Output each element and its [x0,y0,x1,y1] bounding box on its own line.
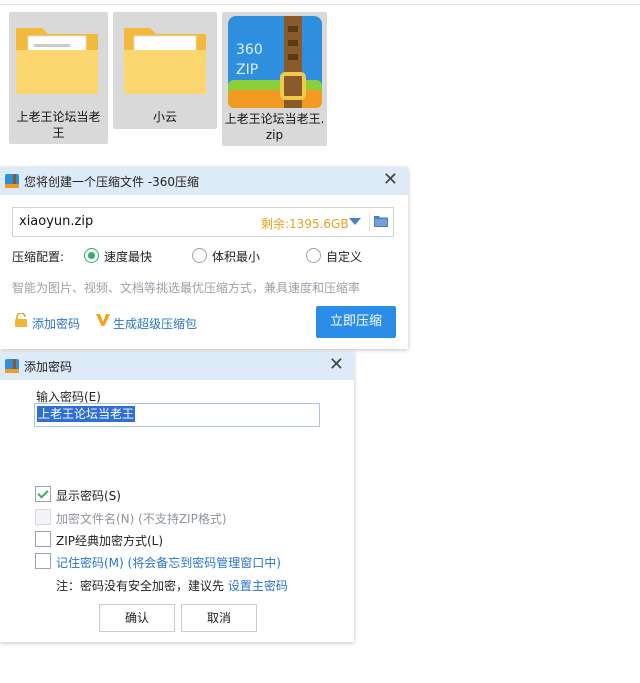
password-value[interactable]: 上老王论坛当老王 [37,406,136,422]
option-fastest-label[interactable]: 速度最快 [104,248,152,265]
desktop-item-folder-2[interactable]: 小云 [113,12,217,129]
compress-dialog: 您将创建一个压缩文件 -360压缩 ✕ xiaoyun.zip 剩余:1395.… [0,167,408,349]
security-note: 注：密码没有安全加密，建议先 设置主密码 [56,577,288,594]
desktop-item-label: 上老王论坛当老王.zip [224,112,325,142]
output-path-field[interactable]: xiaoyun.zip 剩余:1395.6GB [12,207,394,237]
show-password-label[interactable]: 显示密码(S) [56,487,121,504]
add-password-link[interactable]: 添加密码 [32,315,80,332]
radio-smallest[interactable] [192,248,207,263]
dialog-titlebar[interactable]: 添加密码 ✕ [0,352,354,380]
password-input[interactable]: 上老王论坛当老王 [34,403,320,427]
desktop-item-zip[interactable]: 360 ZIP 上老王论坛当老王.zip [222,12,327,146]
chevron-down-icon[interactable] [349,218,361,225]
folder-icon [16,28,98,94]
desktop-item-label: 小云 [152,110,177,124]
option-smallest-label[interactable]: 体积最小 [212,248,260,265]
ok-button[interactable]: 确认 [99,604,175,632]
desktop-item-label: 上老王论坛当老王 [16,110,101,140]
desktop-item-folder-1[interactable]: 上老王论坛当老王 [9,12,108,144]
compress-now-button[interactable]: 立即压缩 [316,306,396,338]
cancel-button[interactable]: 取消 [181,604,257,632]
super-package-link[interactable]: 生成超级压缩包 [113,315,197,332]
radio-fastest[interactable] [84,248,99,263]
security-note-text: 注：密码没有安全加密，建议先 [56,579,225,593]
dialog-titlebar[interactable]: 您将创建一个压缩文件 -360压缩 ✕ [0,167,408,195]
free-space-label: 剩余:1395.6GB [261,217,349,231]
remember-password-label[interactable]: 记住密码(M) (将会备忘到密码管理窗口中) [56,554,281,571]
top-divider [0,4,640,5]
compress-config-row: 压缩配置: 速度最快 体积最小 自定义 [12,247,392,265]
encrypt-filename-label: 加密文件名(N) (不支持ZIP格式) [56,512,227,526]
dialog-title: 添加密码 [24,360,73,374]
360-zip-app-icon [5,174,19,188]
set-master-password-link[interactable]: 设置主密码 [228,579,288,593]
dialog-title: 您将创建一个压缩文件 -360压缩 [24,175,200,189]
close-icon[interactable]: ✕ [383,170,398,190]
svg-text:ZIP: ZIP [236,62,258,78]
output-filename[interactable]: xiaoyun.zip [19,214,93,229]
zip-archive-icon: 360 ZIP [228,16,322,108]
show-password-checkbox[interactable] [35,486,51,502]
option-custom-label[interactable]: 自定义 [326,248,362,265]
encrypt-filename-checkbox [35,509,51,525]
close-icon[interactable]: ✕ [329,355,344,375]
zip-classic-encryption-checkbox[interactable] [35,531,51,547]
360-zip-app-icon [5,359,19,373]
radio-custom[interactable] [306,248,321,263]
svg-text:360: 360 [236,42,263,58]
lock-icon [15,313,27,327]
add-password-dialog: 添加密码 ✕ 输入密码(E) 上老王论坛当老王 显示密码(S) 加密文件名(N)… [0,352,354,642]
open-folder-icon[interactable] [374,215,388,227]
remember-password-checkbox[interactable] [35,553,51,569]
folder-icon [124,28,206,94]
zip-classic-encryption-label[interactable]: ZIP经典加密方式(L) [56,532,163,549]
divider [369,213,370,231]
compress-config-label: 压缩配置: [12,250,65,264]
compress-hint: 智能为图片、视频、文档等挑选最优压缩方式，兼具速度和压缩率 [12,281,361,295]
v-badge-icon [96,314,110,326]
